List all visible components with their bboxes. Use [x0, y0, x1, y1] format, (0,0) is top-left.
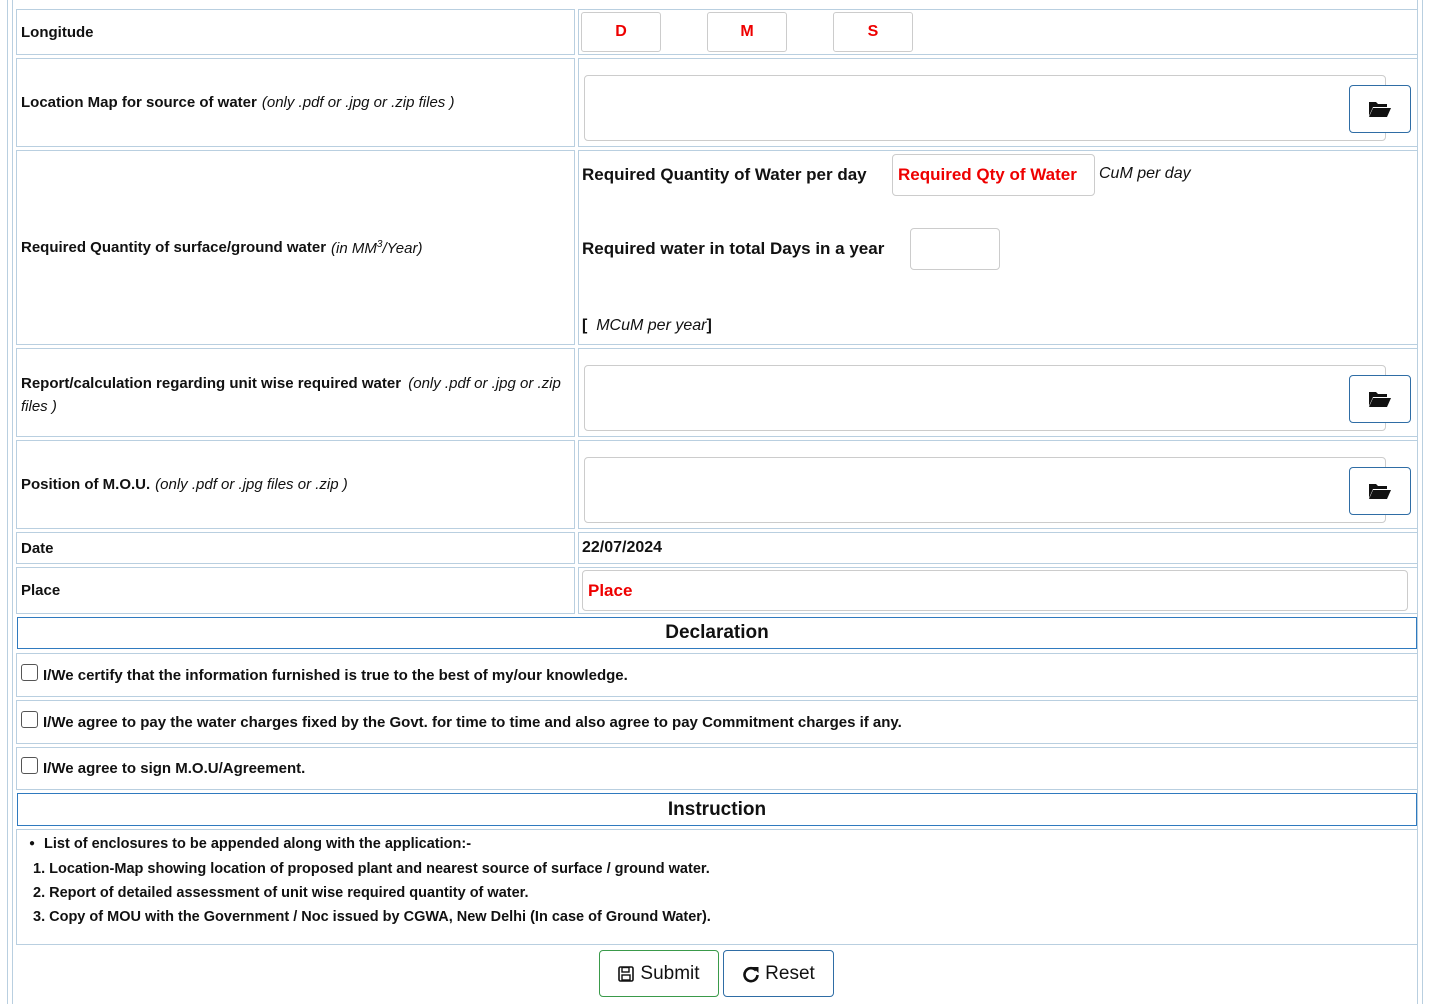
place-label: Place — [16, 567, 575, 614]
longitude-second-input[interactable]: S — [833, 12, 913, 52]
location-map-browse-button[interactable] — [1349, 85, 1411, 133]
location-map-label: Location Map for source of water — [21, 94, 257, 111]
longitude-row: Longitude D M S — [16, 9, 1418, 55]
place-row: Place Place — [16, 567, 1418, 614]
declaration-checkbox-3[interactable] — [21, 757, 38, 774]
instruction-bullet: ● List of enclosures to be appended along… — [29, 836, 472, 852]
location-map-file-input[interactable] — [584, 75, 1386, 141]
per-day-unit: CuM per day — [1099, 165, 1191, 182]
instruction-item: 1. Location-Map showing location of prop… — [33, 861, 710, 877]
mou-label: Position of M.O.U. — [21, 476, 151, 493]
reset-button[interactable]: Reset — [723, 950, 834, 997]
redo-icon — [743, 966, 759, 982]
folder-open-icon — [1369, 392, 1391, 407]
declaration-item-2[interactable]: I/We agree to pay the water charges fixe… — [16, 700, 1418, 744]
report-row: Report/calculation regarding unit wise r… — [16, 348, 1418, 437]
quantity-hint: (in MM3/Year) — [331, 238, 423, 257]
date-label: Date — [16, 532, 575, 564]
declaration-checkbox-2[interactable] — [21, 710, 38, 728]
report-browse-button[interactable] — [1349, 375, 1411, 423]
per-day-label: Required Quantity of Water per day — [582, 165, 867, 184]
mou-file-input[interactable] — [584, 457, 1386, 523]
per-day-input[interactable]: Required Qty of Water — [892, 154, 1095, 196]
mou-row: Position of M.O.U. (only .pdf or .jpg fi… — [16, 440, 1418, 529]
date-value: 22/07/2024 — [582, 539, 663, 556]
instruction-item: 3. Copy of MOU with the Government / Noc… — [33, 909, 711, 925]
quantity-label: Required Quantity of surface/ground wate… — [21, 239, 327, 256]
report-file-input[interactable] — [584, 365, 1386, 431]
instruction-heading: Instruction — [17, 793, 1417, 826]
result-line: [ MCuM per year] — [582, 317, 712, 334]
instruction-list: ● List of enclosures to be appended along… — [16, 829, 1418, 945]
declaration-item-1[interactable]: I/We certify that the information furnis… — [16, 653, 1418, 697]
submit-button[interactable]: Submit — [599, 950, 719, 997]
quantity-row: Required Quantity of surface/ground wate… — [16, 150, 1418, 345]
days-input[interactable] — [910, 228, 1000, 270]
report-label: Report/calculation regarding unit wise r… — [21, 375, 402, 392]
mou-hint: (only .pdf or .jpg files or .zip ) — [155, 476, 348, 493]
longitude-minute-input[interactable]: M — [707, 12, 787, 52]
place-input[interactable]: Place — [582, 570, 1408, 611]
location-map-hint: (only .pdf or .jpg or .zip files ) — [261, 94, 455, 111]
declaration-checkbox-1[interactable] — [21, 663, 38, 681]
longitude-degree-input[interactable]: D — [581, 12, 661, 52]
days-label: Required water in total Days in a year — [582, 239, 885, 258]
location-map-row: Location Map for source of water (only .… — [16, 58, 1418, 147]
declaration-heading: Declaration — [17, 617, 1417, 649]
declaration-item-3[interactable]: I/We agree to sign M.O.U/Agreement. — [16, 747, 1418, 790]
longitude-label: Longitude — [16, 9, 575, 55]
mou-browse-button[interactable] — [1349, 467, 1411, 515]
date-row: Date 22/07/2024 — [16, 532, 1418, 564]
floppy-disk-icon — [618, 965, 635, 982]
folder-open-icon — [1369, 102, 1391, 117]
folder-open-icon — [1369, 484, 1391, 499]
instruction-item: 2. Report of detailed assessment of unit… — [33, 885, 529, 901]
